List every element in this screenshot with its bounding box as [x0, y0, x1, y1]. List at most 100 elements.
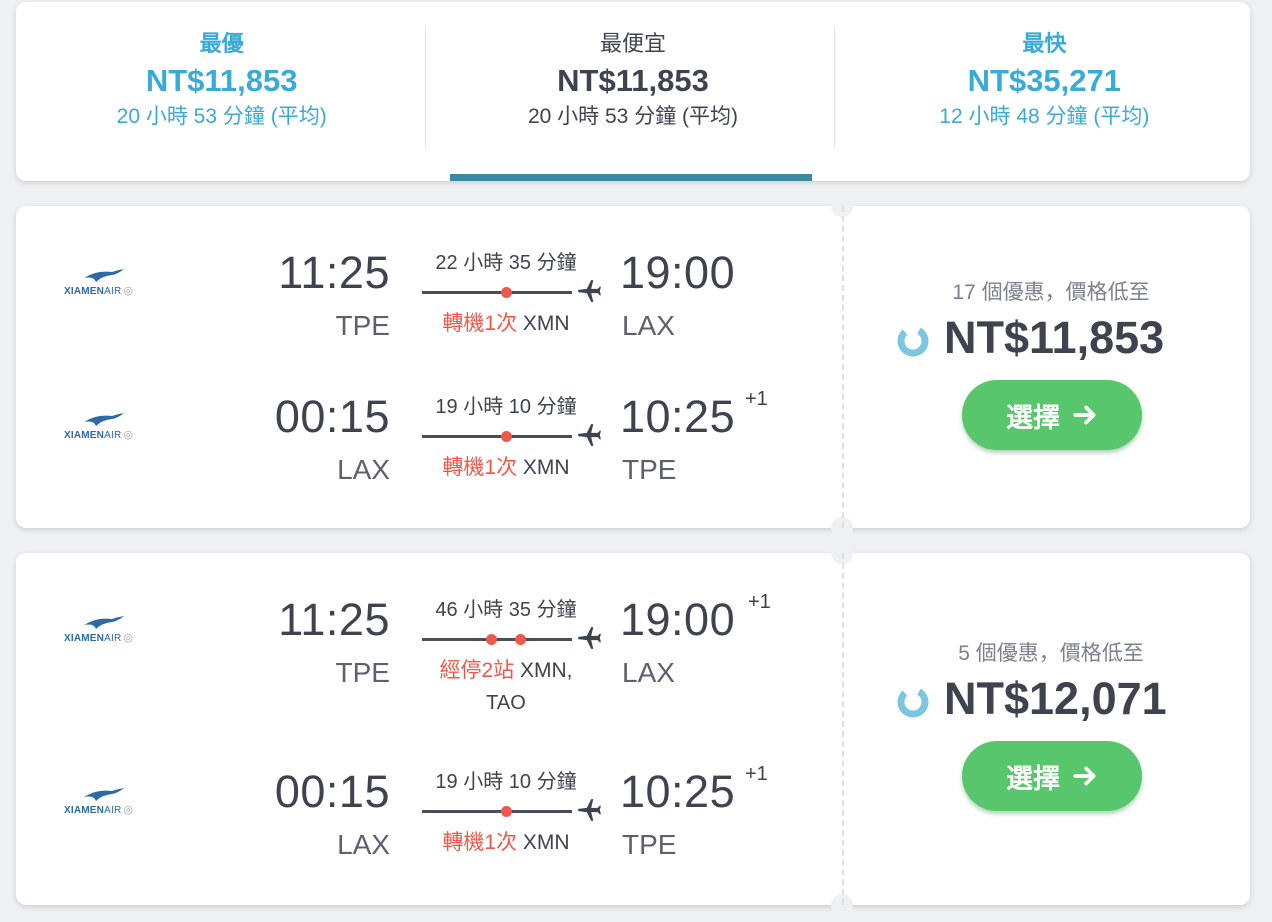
stops-info: 轉機1次 XMN — [406, 308, 606, 340]
flight-leg-outbound: XIAMENAIR ◎ 11:25 TPE 22 小時 35 分鐘 轉機1次 XM… — [16, 206, 842, 342]
stops-count: 轉機1次 — [442, 456, 518, 479]
flight-leg-outbound: XIAMENAIR ◎ 11:25 TPE 46 小時 35 分鐘 經停2站 XM… — [16, 553, 842, 714]
airline-logo-suffix: AIR — [104, 805, 122, 816]
tab-best-label: 最優 — [199, 31, 244, 56]
tab-best-price: NT$11,853 — [145, 63, 298, 98]
stop-airports: XMN — [522, 456, 570, 479]
tab-cheapest[interactable]: 最便宜 NT$11,853 20 小時 53 分鐘 (平均) — [427, 2, 838, 181]
arrival-time: 19:00 — [620, 247, 736, 298]
tab-cheapest-label: 最便宜 — [599, 31, 666, 56]
stop-airports: XMN — [522, 831, 570, 854]
stops-info: 轉機1次 XMN — [406, 827, 606, 859]
tab-fastest-label: 最快 — [1022, 31, 1067, 56]
departure-time: 11:25 — [278, 594, 390, 645]
flight-leg-return: XIAMENAIR ◎ 00:15 LAX 19 小時 10 分鐘 轉機1次 XM… — [16, 350, 842, 485]
stop-airports: XMN — [522, 312, 570, 335]
select-button-label: 選擇 — [1006, 402, 1060, 433]
stop-dot — [501, 431, 512, 442]
tab-divider — [425, 26, 426, 148]
airline-logo: XIAMENAIR ◎ — [62, 412, 170, 446]
result-card[interactable]: XIAMENAIR ◎ 11:25 TPE 46 小時 35 分鐘 經停2站 XM… — [16, 542, 1250, 916]
route-line — [422, 627, 602, 649]
arrival-airport: LAX — [622, 310, 675, 341]
airline-logo-name: XIAMEN — [64, 633, 105, 644]
select-button-label: 選擇 — [1006, 763, 1060, 794]
airline-logo-name: XIAMEN — [64, 430, 105, 441]
tab-fastest[interactable]: 最快 NT$35,271 12 小時 48 分鐘 (平均) — [839, 2, 1250, 181]
departure-time: 00:15 — [274, 391, 390, 442]
price-block: NT$12,071 — [896, 673, 1226, 725]
stop-dot — [501, 287, 512, 298]
active-tab-indicator — [450, 174, 812, 181]
stops-count: 經停2站 — [439, 659, 515, 682]
plane-icon — [578, 424, 601, 446]
arrival-time: 19:00 — [620, 594, 736, 645]
stops-info: 經停2站 XMN, TAO — [406, 655, 606, 719]
departure-airport: TPE — [335, 310, 390, 341]
flight-duration: 19 小時 10 分鐘 — [435, 771, 577, 793]
airline-logo-suffix: AIR — [104, 633, 122, 644]
arrival-day-offset: +1 — [748, 591, 771, 613]
alliance-icon: ◎ — [123, 804, 134, 816]
lowest-price: NT$11,853 — [944, 312, 1165, 363]
route-line — [422, 424, 602, 446]
arrow-right-icon — [1073, 405, 1096, 425]
route-line — [422, 280, 602, 302]
lowest-price: NT$12,071 — [944, 673, 1167, 724]
loading-spinner-icon — [897, 686, 929, 718]
airline-logo: XIAMENAIR ◎ — [62, 787, 170, 821]
tab-fastest-duration: 12 小時 48 分鐘 (平均) — [939, 105, 1150, 128]
airline-logo: XIAMENAIR ◎ — [62, 615, 170, 649]
stops-info: 轉機1次 XMN — [406, 452, 606, 484]
tab-fastest-price: NT$35,271 — [967, 63, 1122, 98]
tab-best-duration: 20 小時 53 分鐘 (平均) — [116, 105, 327, 128]
plane-icon — [578, 799, 601, 821]
loading-spinner-icon — [897, 325, 929, 357]
ticket-perforation — [842, 206, 844, 528]
flight-duration: 22 小時 35 分鐘 — [435, 252, 577, 274]
airline-logo-suffix: AIR — [104, 430, 122, 441]
deal-count: 17 個優惠，價格低至 — [952, 281, 1150, 304]
stop-dot — [501, 806, 512, 817]
tab-cheapest-price: NT$11,853 — [557, 63, 709, 98]
airline-logo-name: XIAMEN — [64, 805, 105, 816]
price-block: NT$11,853 — [896, 312, 1226, 364]
plane-icon — [578, 280, 601, 302]
result-card[interactable]: XIAMENAIR ◎ 11:25 TPE 22 小時 35 分鐘 轉機1次 XM… — [16, 195, 1250, 539]
airline-logo: XIAMENAIR ◎ — [62, 268, 170, 302]
plane-icon — [578, 627, 601, 649]
arrival-airport: TPE — [622, 829, 677, 860]
alliance-icon: ◎ — [123, 632, 134, 644]
arrival-time: 10:25 — [620, 766, 736, 817]
arrival-time: 10:25 — [620, 391, 736, 442]
arrow-right-icon — [1073, 766, 1096, 786]
select-button[interactable]: 選擇 — [962, 741, 1142, 811]
stop-airports: XMN, — [520, 659, 573, 682]
alliance-icon: ◎ — [123, 429, 134, 441]
flight-duration: 19 小時 10 分鐘 — [435, 396, 577, 418]
flight-leg-return: XIAMENAIR ◎ 00:15 LAX 19 小時 10 分鐘 轉機1次 XM… — [16, 725, 842, 860]
arrival-airport: LAX — [622, 657, 675, 688]
arrival-airport: TPE — [622, 454, 677, 485]
select-button[interactable]: 選擇 — [962, 380, 1142, 450]
stop-dot — [515, 634, 526, 645]
arrival-day-offset: +1 — [745, 763, 768, 785]
stops-count: 轉機1次 — [442, 831, 518, 854]
alliance-icon: ◎ — [123, 285, 134, 297]
airline-logo-name: XIAMEN — [64, 286, 105, 297]
stop-airports-second: TAO — [486, 692, 526, 714]
tab-cheapest-duration: 20 小時 53 分鐘 (平均) — [527, 105, 739, 128]
departure-time: 11:25 — [278, 247, 390, 298]
sort-tabs: 最優 NT$11,853 20 小時 53 分鐘 (平均) 最便宜 NT$11,… — [16, 2, 1250, 181]
airline-logo-suffix: AIR — [104, 286, 122, 297]
departure-airport: TPE — [335, 657, 390, 688]
departure-time: 00:15 — [274, 766, 390, 817]
departure-airport: LAX — [337, 829, 390, 860]
route-line — [422, 799, 602, 821]
stops-count: 轉機1次 — [442, 312, 518, 335]
arrival-day-offset: +1 — [745, 388, 768, 410]
departure-airport: LAX — [337, 454, 390, 485]
ticket-perforation — [842, 553, 844, 905]
stop-dot — [486, 634, 497, 645]
tab-best[interactable]: 最優 NT$11,853 20 小時 53 分鐘 (平均) — [16, 2, 427, 181]
